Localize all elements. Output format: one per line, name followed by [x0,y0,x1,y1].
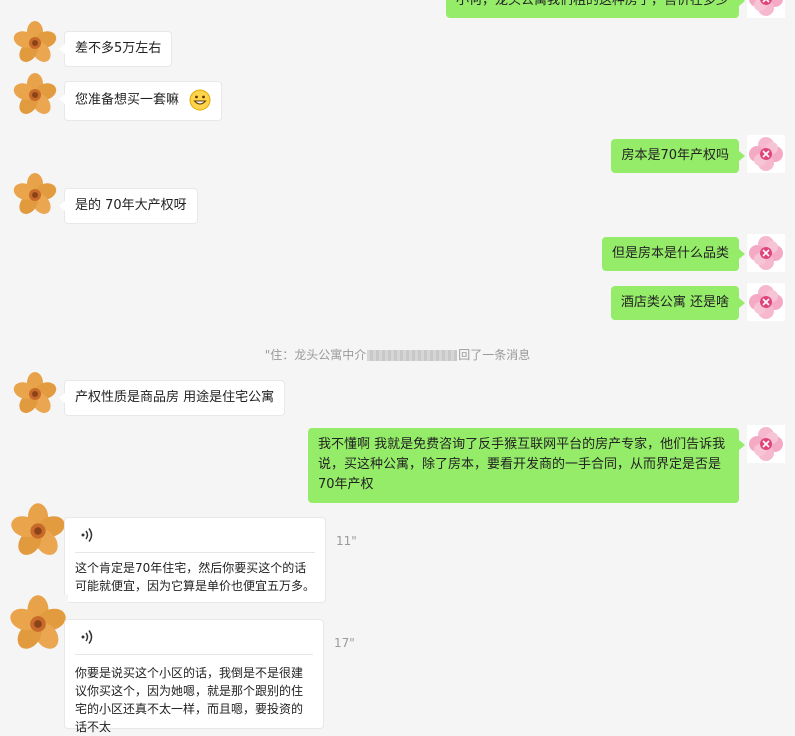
orange-flower-avatar[interactable] [12,172,58,218]
voice-player[interactable] [75,620,313,655]
outgoing-message-bubble[interactable]: 房本是70年产权吗 [611,139,745,173]
orange-flower-avatar[interactable] [8,594,68,654]
orange-flower-avatar[interactable] [12,20,58,66]
voice-transcript: 这个肯定是70年住宅，然后你要买这个的话可能就便宜，因为它算是单价也便宜五万多。 [75,561,316,593]
outgoing-message-bubble[interactable]: 酒店类公寓 还是啥 [610,286,746,320]
message-text: 您准备想买一套嘛 [75,92,180,108]
voice-duration: 17" [334,636,355,650]
redacted-name [367,350,458,361]
incoming-message-bubble[interactable]: 是的 70年大产权呀 [59,188,198,224]
voice-message-bubble[interactable]: 这个肯定是70年住宅，然后你要买这个的话可能就便宜，因为它算是单价也便宜五万多。 [64,517,326,603]
pink-flower-avatar[interactable] [747,234,785,272]
recall-suffix: 回了一条消息 [458,348,531,362]
recall-notice: "住：龙头公寓中介 回了一条消息 [0,346,795,363]
orange-flower-avatar[interactable] [12,72,58,118]
recall-prefix: "住：龙头公寓中介 [264,348,367,362]
incoming-message-bubble[interactable]: 您准备想买一套嘛 [58,81,223,121]
pink-flower-avatar[interactable] [747,283,785,321]
outgoing-message-bubble[interactable]: 我不懂啊 我就是免费咨询了反手猴互联网平台的房产专家，他们告诉我说，买这种公寓，… [308,428,745,503]
outgoing-message-bubble[interactable]: 但是房本是什么品类 [601,237,746,271]
pink-flower-avatar[interactable] [747,135,785,173]
grinning-face-emoji [189,89,211,111]
voice-duration: 11" [336,534,357,548]
voice-transcript: 你要是说买这个小区的话，我倒是不是很建议你买这个，因为她嗯，就是那个跟别的住宅的… [75,666,304,734]
voice-wave-icon[interactable] [81,629,95,645]
pink-flower-avatar[interactable] [747,0,785,18]
voice-wave-icon[interactable] [81,527,95,543]
pink-flower-avatar[interactable] [747,425,785,463]
outgoing-message-bubble[interactable]: 小何，龙头公寓我们租的这种房子，售价在多少 [445,0,746,18]
voice-message-bubble[interactable]: 你要是说买这个小区的话，我倒是不是很建议你买这个，因为她嗯，就是那个跟别的住宅的… [64,619,324,734]
voice-player[interactable] [75,518,315,553]
orange-flower-avatar[interactable] [8,502,68,560]
orange-flower-avatar[interactable] [12,371,58,417]
incoming-message-bubble[interactable]: 产权性质是商品房 用途是住宅公寓 [58,380,286,416]
incoming-message-bubble[interactable]: 差不多5万左右 [58,31,173,67]
